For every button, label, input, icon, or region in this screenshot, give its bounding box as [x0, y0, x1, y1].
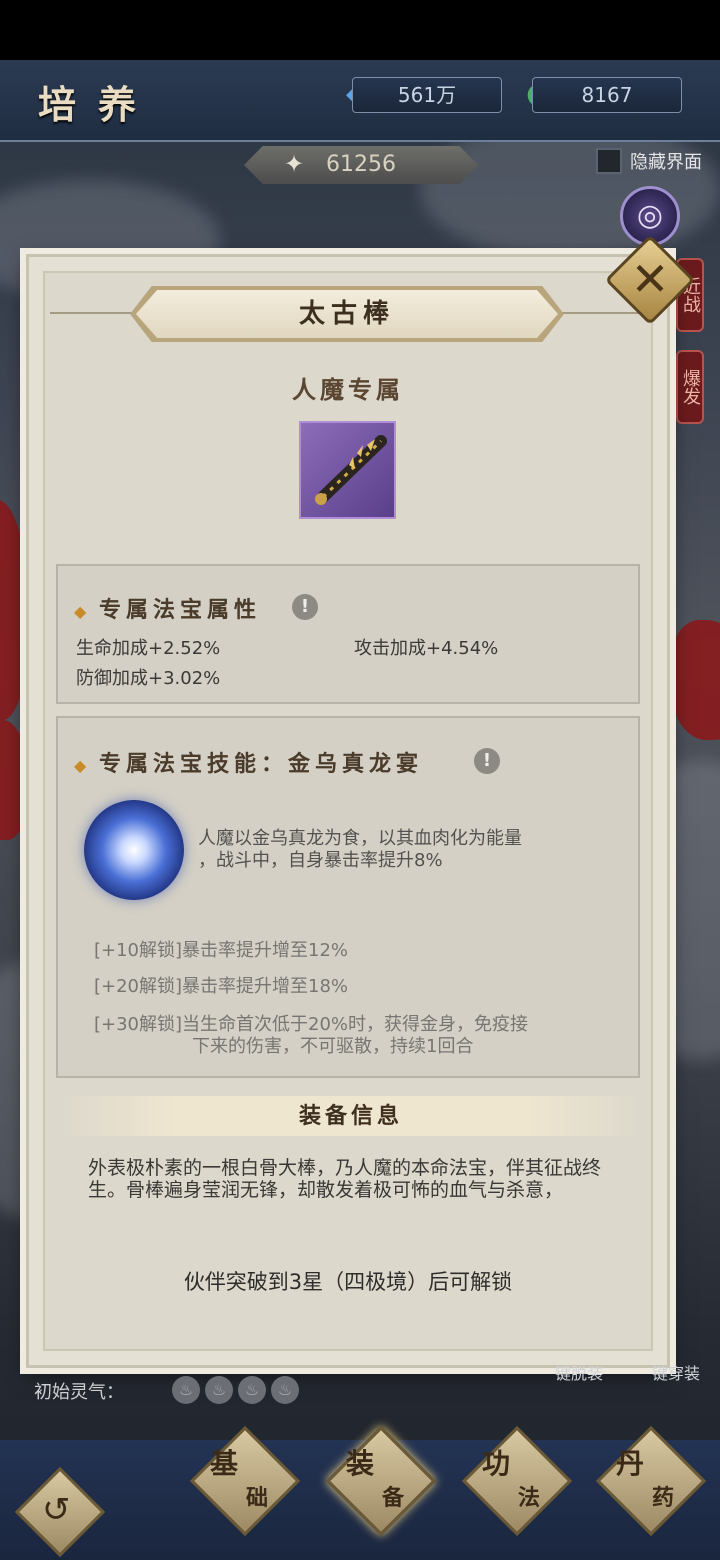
power-icon: ✦	[284, 150, 305, 178]
back-icon: ↺	[42, 1490, 71, 1530]
unlock-note: 伙伴突破到3星（四极境）后可解锁	[183, 1270, 513, 1294]
combat-power: 61256	[244, 146, 478, 184]
currency-jade[interactable]: 8167	[532, 77, 682, 113]
qi-slot-icon: ♨	[205, 1376, 233, 1404]
equip-all-button[interactable]: 键穿装	[652, 1360, 700, 1384]
qi-slot-icon: ♨	[238, 1376, 266, 1404]
skill-orb-icon[interactable]	[84, 800, 184, 900]
equip-info-desc: 外表极朴素的一根白骨大棒，乃人魔的本命法宝，伴其征战终生。骨棒遍身莹润无锋，却散…	[88, 1157, 602, 1201]
exclusive-label: 人魔专属	[292, 375, 404, 404]
unlock-10: [+10解锁]暴击率提升增至12%	[94, 940, 349, 961]
hide-ui-label: 隐藏界面	[630, 152, 702, 173]
initial-qi-label: 初始灵气：	[34, 1382, 124, 1403]
qi-slot-icon: ♨	[172, 1376, 200, 1404]
page-title: 培养	[38, 82, 159, 127]
equip-info-title: 装备信息	[298, 1103, 403, 1129]
unequip-all-button[interactable]: 键脱装	[555, 1360, 603, 1384]
title-divider-right	[558, 312, 648, 314]
hide-ui-toggle[interactable]: 隐藏界面	[596, 148, 702, 174]
unlock-30-line2: 下来的伤害，不可驱散，持续1回合	[192, 1036, 474, 1057]
info-icon[interactable]: !	[474, 748, 500, 774]
item-name: 太古棒	[298, 299, 395, 329]
attributes-title: 专属法宝属性	[98, 597, 261, 623]
diamond-icon: ◆	[74, 602, 87, 621]
stat-hp: 生命加成+2.52%	[76, 638, 221, 659]
skill-desc-line1: 人魔以金乌真龙为食，以其血肉化为能量	[198, 828, 522, 849]
attributes-section: ◆ 专属法宝属性 ! 生命加成+2.52% 攻击加成+4.54% 防御加成+3.…	[56, 564, 640, 704]
qi-slot-icon: ♨	[271, 1376, 299, 1404]
stat-defense: 防御加成+3.02%	[76, 668, 221, 689]
stat-attack: 攻击加成+4.54%	[354, 638, 499, 659]
unlock-20: [+20解锁]暴击率提升增至18%	[94, 976, 349, 997]
diamond-icon: ◆	[74, 756, 87, 775]
nav-equip-label: 装备	[346, 1447, 405, 1511]
skill-desc-line2: ，战斗中，自身暴击率提升8%	[198, 850, 443, 871]
nav-pill-label: 丹药	[616, 1447, 675, 1511]
spiked-club-icon[interactable]	[299, 421, 396, 519]
close-icon[interactable]: ✕	[618, 248, 682, 312]
nav-skill-label: 功法	[482, 1447, 541, 1511]
title-divider-left	[50, 312, 136, 314]
nav-basic-label: 基础	[210, 1447, 269, 1511]
currency-crystal[interactable]: 561万	[352, 77, 502, 113]
hide-ui-checkbox[interactable]	[596, 148, 622, 174]
info-icon[interactable]: !	[292, 594, 318, 620]
unlock-30: [+30解锁]当生命首次低于20%时，获得金身，免疫接	[94, 1014, 529, 1035]
skill-title: 专属法宝技能：金乌真龙宴	[98, 751, 423, 777]
